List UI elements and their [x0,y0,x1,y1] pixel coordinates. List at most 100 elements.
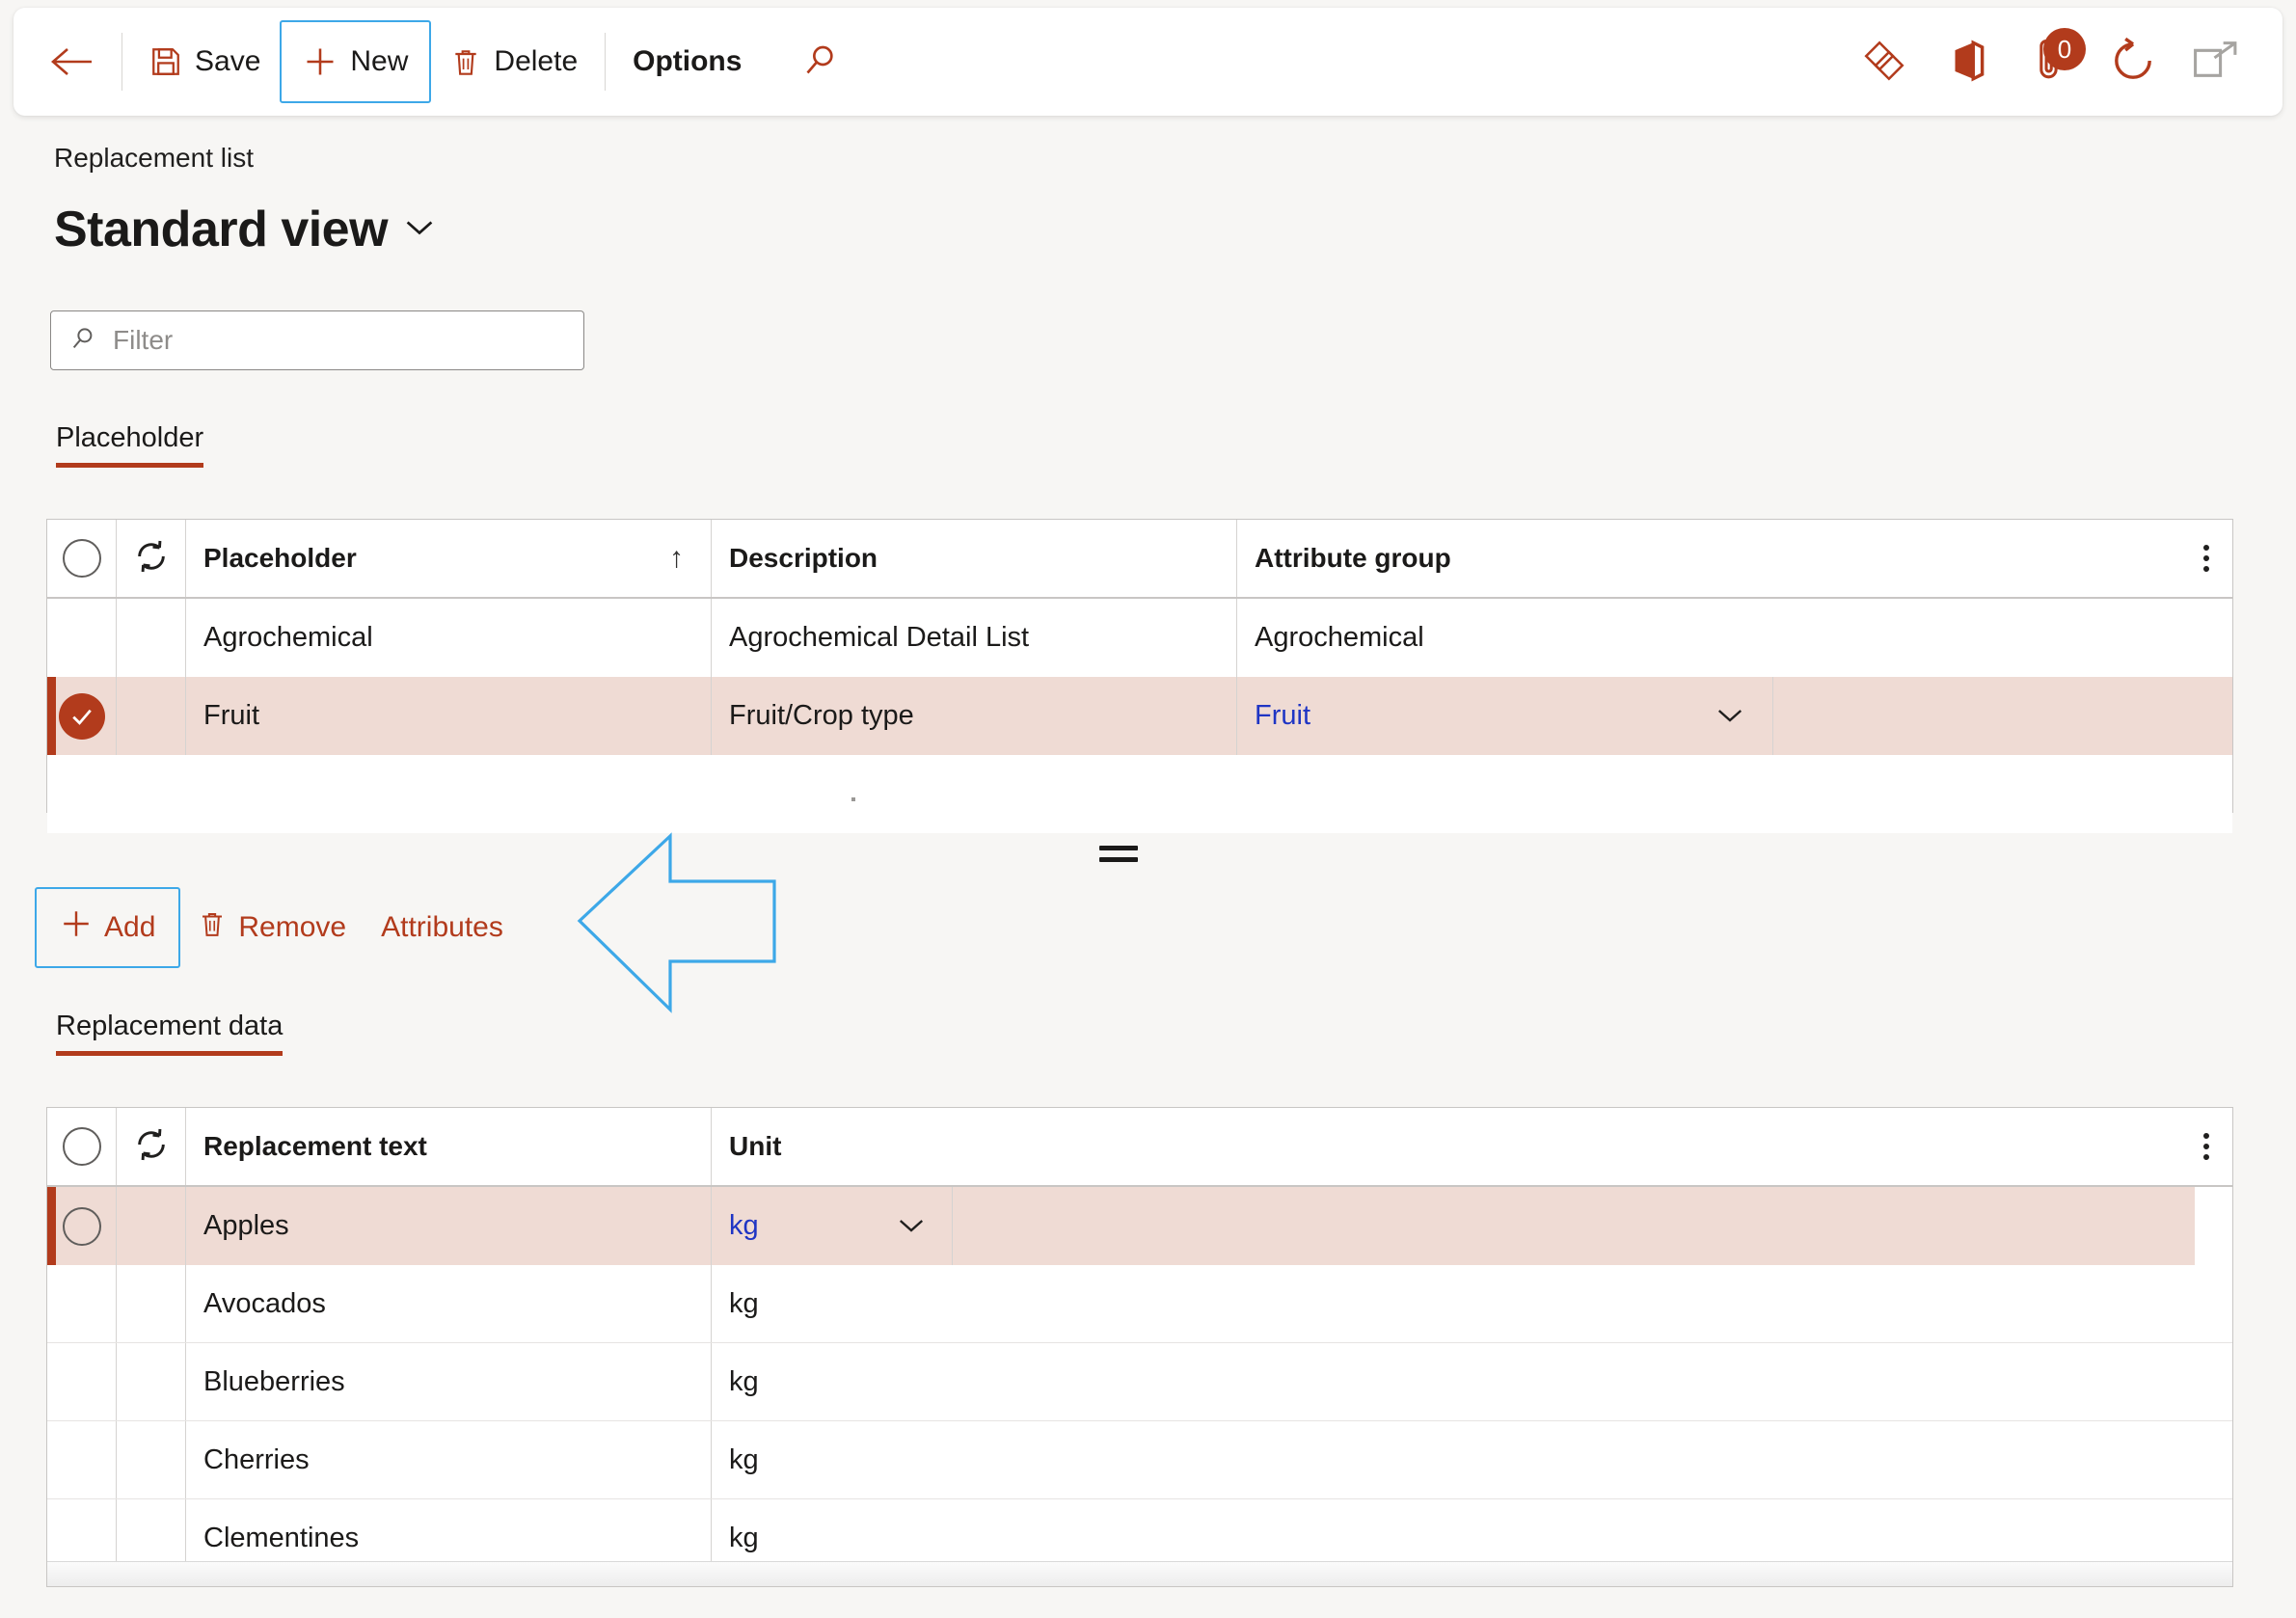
cell-attribute-group-dropdown[interactable]: Fruit [1237,677,1773,755]
table-row[interactable]: Agrochemical Agrochemical Detail List Ag… [47,599,2232,677]
table-row[interactable]: Apples kg [47,1187,2232,1265]
row-select-cell[interactable] [47,1343,117,1420]
delete-button[interactable]: Delete [431,27,597,96]
open-in-new-window-icon [2191,40,2241,85]
row-empty-space [1773,677,2232,755]
row-select-cell[interactable] [47,677,117,755]
cell-placeholder[interactable]: Fruit [186,677,712,755]
table-row[interactable]: Cherries kg [47,1421,2232,1499]
cell-attribute-group[interactable]: Agrochemical [1237,599,2232,677]
row-empty-space [953,1187,2232,1265]
annotation-arrow-left [574,831,781,1019]
cell-replacement-text[interactable]: Apples [186,1187,712,1265]
tab-placeholder[interactable]: Placeholder [56,422,204,468]
column-header-description-label: Description [729,543,878,573]
plus-icon [303,44,338,79]
delete-button-label: Delete [494,45,579,77]
row-right-gutter [2195,1187,2232,1265]
back-button[interactable] [39,27,114,96]
add-button[interactable]: Add [35,887,181,968]
options-button-label: Options [633,45,743,77]
cell-replacement-text[interactable]: Avocados [186,1265,712,1342]
grid-splitter-handle[interactable] [1099,837,1138,870]
search-icon [68,324,97,358]
page-title-dropdown[interactable]: Standard view [54,201,436,258]
cell-unit[interactable]: kg [712,1343,953,1420]
blank-row-dot-icon [851,797,855,801]
column-header-placeholder-label: Placeholder [203,543,357,573]
row-select-cell[interactable] [47,1265,117,1342]
grid-header-row: Placeholder ↑ Description Attribute grou… [47,520,2232,599]
cell-unit-dropdown[interactable]: kg [712,1187,953,1265]
office-app-icon [1943,37,1991,88]
placeholder-grid: Placeholder ↑ Description Attribute grou… [46,519,2233,833]
tab-replacement-data[interactable]: Replacement data [56,1011,284,1056]
horizontal-scrollbar[interactable] [47,1561,2232,1586]
cell-description[interactable]: Fruit/Crop type [712,677,1237,755]
plus-icon [60,907,93,948]
column-header-unit[interactable]: Unit [712,1108,2232,1185]
options-button[interactable]: Options [613,27,761,96]
table-row[interactable]: Avocados kg [47,1265,2232,1343]
column-header-attribute-group-label: Attribute group [1255,543,1451,573]
refresh-icon [2109,37,2157,88]
table-row[interactable]: Fruit Fruit/Crop type Fruit [47,677,2232,755]
row-select-cell[interactable] [47,1187,117,1265]
row-select-cell[interactable] [47,599,117,677]
cell-replacement-text[interactable]: Cherries [186,1421,712,1498]
column-header-attribute-group[interactable]: Attribute group [1237,520,2232,597]
grid-header-row: Replacement text Unit [47,1108,2232,1187]
save-button[interactable]: Save [130,27,280,96]
breadcrumb[interactable]: Replacement list [54,143,254,174]
chevron-down-icon[interactable] [1715,702,1745,731]
office-app-button[interactable] [1926,20,2009,103]
column-header-placeholder[interactable]: Placeholder ↑ [186,520,712,597]
attributes-button-label: Attributes [381,911,503,943]
blank-select-cell [47,755,117,833]
cell-replacement-text[interactable]: Blueberries [186,1343,712,1420]
attributes-button[interactable]: Attributes [364,893,521,962]
select-all-cell[interactable] [47,1108,117,1185]
open-in-new-window-button[interactable] [2174,20,2257,103]
replacement-data-grid: Replacement text Unit Apples kg Avocados… [46,1107,2233,1587]
diamond-pair-icon [1857,34,1911,91]
select-all-circle-icon [62,1127,101,1166]
grid-options-kebab-icon[interactable] [2196,1125,2217,1168]
attachments-badge-count: 0 [2057,34,2072,64]
table-row[interactable]: Blueberries kg [47,1343,2232,1421]
cell-placeholder[interactable]: Agrochemical [186,599,712,677]
search-button[interactable] [778,20,861,103]
cell-unit-value: kg [729,1210,759,1241]
column-header-description[interactable]: Description [712,520,1237,597]
back-arrow-icon [50,45,93,78]
grid-options-kebab-icon[interactable] [2196,537,2217,580]
row-select-circle-icon [62,1206,101,1246]
refresh-button[interactable] [2092,20,2174,103]
search-icon [800,41,839,83]
filter-box[interactable] [50,310,584,370]
row-select-cell[interactable] [47,1421,117,1498]
refresh-rows-cell[interactable] [117,1108,186,1185]
add-button-label: Add [104,911,156,943]
filter-input[interactable] [113,325,566,356]
column-header-replacement-text[interactable]: Replacement text [186,1108,712,1185]
diamond-pair-button[interactable] [1843,20,1926,103]
column-header-replacement-text-label: Replacement text [203,1131,427,1161]
cell-description[interactable]: Agrochemical Detail List [712,599,1237,677]
select-all-cell[interactable] [47,520,117,597]
remove-button[interactable]: Remove [180,893,364,962]
cell-unit[interactable]: kg [712,1265,953,1342]
refresh-rows-cell[interactable] [117,520,186,597]
refresh-icon [132,537,171,580]
row-right-blank [1046,1343,2232,1420]
save-icon [149,45,182,78]
attachments-badge: 0 [2043,28,2086,70]
cell-unit[interactable]: kg [712,1421,953,1498]
cell-attribute-group-value: Fruit [1255,700,1310,731]
attachments-button[interactable]: 0 [2009,20,2092,103]
row-right-blank [1046,1421,2232,1498]
chevron-down-icon [403,217,436,243]
new-button-label: New [350,45,409,77]
chevron-down-icon[interactable] [896,1212,927,1241]
new-button[interactable]: New [280,20,432,103]
